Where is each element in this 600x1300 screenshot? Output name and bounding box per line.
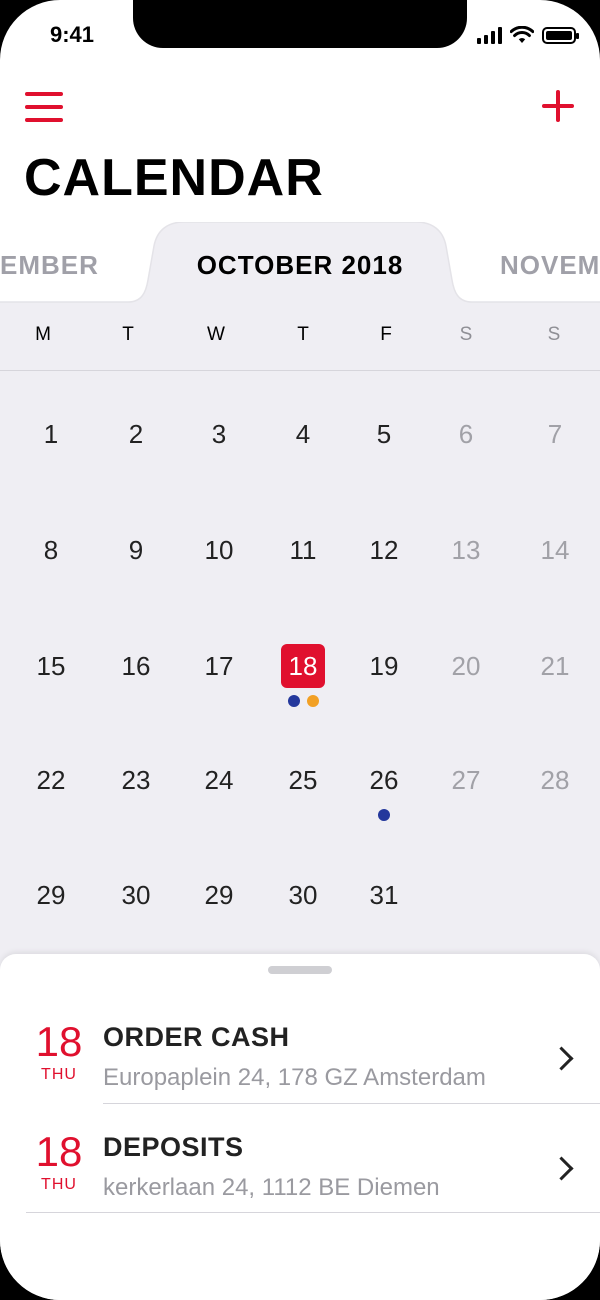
calendar-day-selected[interactable]: 18 (281, 644, 325, 688)
calendar-day[interactable]: 3 (189, 419, 249, 450)
event-title: ORDER CASH (103, 1022, 290, 1052)
calendar-day[interactable]: 27 (436, 765, 496, 796)
weekday-label: M (35, 324, 51, 345)
calendar-day[interactable]: 30 (106, 880, 166, 911)
calendar-day[interactable]: 16 (106, 651, 166, 682)
calendar-day[interactable]: 20 (436, 651, 496, 682)
wifi-icon (510, 26, 534, 43)
chevron-right-icon (549, 1046, 574, 1071)
calendar-grid: MTWTFSS 1 2 3 4 5 6 7 8 9 10 11 12 13 14 15 16 17 18 19 20 2… (0, 304, 600, 1004)
calendar-day[interactable]: 24 (189, 765, 249, 796)
calendar-day[interactable]: 7 (525, 419, 585, 450)
weekday-label: S (459, 324, 473, 345)
page-title: CALENDAR (24, 149, 324, 207)
calendar-day[interactable]: 11 (273, 535, 333, 566)
event-date: 18 THU (34, 1130, 84, 1194)
calendar-day[interactable]: 5 (354, 419, 414, 450)
calendar-day[interactable]: 29 (21, 880, 81, 911)
calendar-day[interactable]: 14 (525, 535, 585, 566)
event-weekday: THU (41, 1176, 77, 1193)
status-time: 9:41 (50, 22, 95, 47)
weekday-label: F (380, 324, 392, 345)
event-divider (26, 1212, 600, 1213)
calendar-day[interactable]: 29 (189, 880, 249, 911)
battery-icon (542, 26, 579, 44)
calendar-day[interactable]: 19 (354, 651, 414, 682)
event-date: 18 THU (34, 1020, 84, 1084)
sheet-drag-handle[interactable] (268, 966, 332, 974)
calendar-day[interactable]: 17 (189, 651, 249, 682)
event-address: Europaplein 24, 178 GZ Amsterdam (103, 1064, 486, 1091)
calendar-day[interactable]: 28 (525, 765, 585, 796)
chevron-right-icon (549, 1156, 574, 1181)
event-row[interactable]: 18 THU DEPOSITS kerkerlaan 24, 1112 BE D… (0, 1122, 600, 1230)
calendar-day[interactable]: 13 (436, 535, 496, 566)
calendar-day[interactable]: 6 (436, 419, 496, 450)
event-day: 18 (35, 1128, 83, 1175)
event-title: DEPOSITS (103, 1132, 244, 1162)
calendar-day[interactable]: 9 (106, 535, 166, 566)
event-indicator-dot (287, 695, 300, 707)
calendar-day[interactable]: 23 (106, 765, 166, 796)
calendar-day[interactable]: 31 (354, 880, 414, 911)
hamburger-menu-icon[interactable] (25, 92, 63, 122)
event-address: kerkerlaan 24, 1112 BE Diemen (103, 1174, 440, 1201)
current-month-tab[interactable]: OCTOBER 2018 (150, 250, 450, 281)
add-event-plus-icon[interactable] (542, 90, 574, 122)
phone-screen: 9:41 CALENDAR EMBER OCTOBER 2018 NOVEM M… (0, 0, 600, 1300)
weekday-header: MTWTFSS (0, 304, 600, 371)
weekday-label: S (547, 324, 561, 345)
calendar-day[interactable]: 10 (189, 535, 249, 566)
device-notch (133, 0, 467, 48)
cellular-signal-icon (477, 26, 502, 44)
weekday-label: T (297, 324, 309, 345)
weekday-label: W (207, 324, 225, 345)
status-icons (477, 26, 579, 44)
previous-month-tab[interactable]: EMBER (0, 250, 99, 281)
calendar-day[interactable]: 4 (273, 419, 333, 450)
event-divider (103, 1103, 600, 1104)
next-month-tab[interactable]: NOVEM (500, 250, 600, 281)
calendar-day[interactable]: 30 (273, 880, 333, 911)
month-navigation: EMBER OCTOBER 2018 NOVEM (0, 222, 600, 304)
event-weekday: THU (41, 1066, 77, 1083)
weekday-label: T (122, 324, 134, 345)
event-day: 18 (35, 1018, 83, 1065)
calendar-day[interactable]: 25 (273, 765, 333, 796)
calendar-day[interactable]: 2 (106, 419, 166, 450)
events-sheet: 18 THU ORDER CASH Europaplein 24, 178 GZ… (0, 954, 600, 1300)
calendar-day[interactable]: 15 (21, 651, 81, 682)
event-indicator-dot (378, 809, 390, 821)
calendar-day[interactable]: 1 (21, 419, 81, 450)
calendar-day[interactable]: 21 (525, 651, 585, 682)
calendar-day[interactable]: 26 (354, 765, 414, 796)
event-indicator-dot (306, 695, 319, 707)
calendar-day[interactable]: 8 (21, 535, 81, 566)
calendar-day[interactable]: 22 (21, 765, 81, 796)
calendar-day[interactable]: 12 (354, 535, 414, 566)
